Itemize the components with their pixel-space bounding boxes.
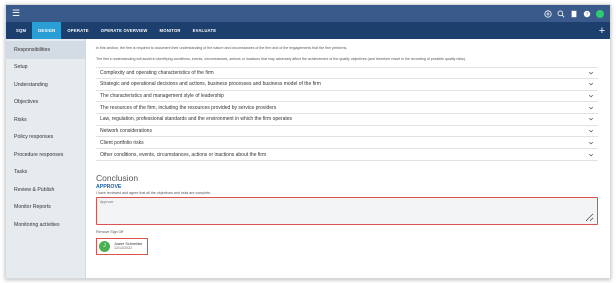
accordion-label: Strategic and operational decisions and … <box>100 81 321 88</box>
signoff-card: J Joane Schneider 12/12/2022 <box>96 237 148 255</box>
tab-operate-overview[interactable]: OPERATE OVERVIEW <box>95 22 154 39</box>
sidebar-item-setup[interactable]: Setup <box>6 59 85 77</box>
approve-textarea-wrapper <box>96 196 598 225</box>
sidebar-item-understanding[interactable]: Understanding <box>6 76 85 94</box>
approve-textarea[interactable] <box>100 199 594 222</box>
conclusion-heading: Conclusion <box>96 172 139 183</box>
chevron-down-icon[interactable] <box>588 70 594 76</box>
tab-design[interactable]: DESIGN <box>32 22 62 39</box>
hamburger-icon[interactable]: ☰ <box>12 9 20 18</box>
sidebar-item-monitoring-activities[interactable]: Monitoring activities <box>6 216 85 234</box>
approve-label: APPROVE <box>96 183 122 190</box>
signoff-date: 12/12/2022 <box>114 246 132 251</box>
help-icon[interactable]: ? <box>583 10 591 18</box>
accordion-item[interactable]: The characteristics and management style… <box>96 91 598 103</box>
tab-sqm[interactable]: SQM <box>10 22 32 39</box>
chevron-down-icon[interactable] <box>588 116 594 122</box>
user-avatar[interactable] <box>596 9 604 18</box>
remove-signoff-link[interactable]: Remove Sign Off <box>96 230 598 234</box>
avatar: J <box>99 240 110 252</box>
chevron-down-icon[interactable] <box>588 81 594 87</box>
understanding-accordion: Complexity and operating characteristics… <box>96 67 598 161</box>
app-window: ☰ ? SQM DESIGN OPERATE OPERATE OVERVIEW … <box>5 4 611 279</box>
sidebar-item-monitor-reports[interactable]: Monitor Reports <box>6 199 85 217</box>
sidebar: Responsibilities Setup Understanding Obj… <box>6 39 86 278</box>
chevron-down-icon[interactable] <box>588 140 594 146</box>
add-circle-icon[interactable] <box>544 9 552 18</box>
accordion-label: The resources of the firm, including the… <box>100 104 277 111</box>
tab-operate[interactable]: OPERATE <box>61 22 94 39</box>
accordion-item[interactable]: Complexity and operating characteristics… <box>96 67 598 80</box>
document-icon[interactable] <box>570 10 578 18</box>
top-bar: ☰ ? <box>6 5 610 22</box>
accordion-label: Network considerations <box>100 128 152 135</box>
add-button[interactable]: + <box>594 22 610 39</box>
accordion-item[interactable]: Other conditions, events, circumstances,… <box>96 149 598 161</box>
accordion-item[interactable]: The resources of the firm, including the… <box>96 102 598 115</box>
accordion-item[interactable]: Network considerations <box>96 126 598 138</box>
accordion-label: Client portfolio risks <box>100 139 144 146</box>
accordion-item[interactable]: Law, regulation, professional standards … <box>96 114 598 126</box>
intro-text-2: The firm's understanding will assist in … <box>96 56 466 61</box>
chevron-down-icon[interactable] <box>588 105 594 111</box>
sidebar-item-tasks[interactable]: Tasks <box>6 164 85 182</box>
tab-monitor[interactable]: MONITOR <box>154 22 187 39</box>
sidebar-item-responsibilities[interactable]: Responsibilities <box>6 41 85 59</box>
sidebar-item-objectives[interactable]: Objectives <box>6 94 85 112</box>
accordion-label: Complexity and operating characteristics… <box>100 70 214 77</box>
sidebar-item-procedure-responses[interactable]: Procedure responses <box>6 146 85 164</box>
accordion-item[interactable]: Client portfolio risks <box>96 137 598 150</box>
search-icon[interactable] <box>557 10 565 18</box>
main-content: In this section, the firm is required to… <box>86 39 610 278</box>
sidebar-item-risks[interactable]: Risks <box>6 111 85 129</box>
chevron-down-icon[interactable] <box>588 152 594 158</box>
approve-description: I have reviewed and agree that all the o… <box>96 190 212 195</box>
accordion-label: Law, regulation, professional standards … <box>100 116 293 123</box>
accordion-label: Other conditions, events, circumstances,… <box>100 151 267 158</box>
intro-text: In this section, the firm is required to… <box>96 46 348 50</box>
sidebar-item-policy-responses[interactable]: Policy responses <box>6 129 85 147</box>
chevron-down-icon[interactable] <box>588 128 594 134</box>
tab-evaluate[interactable]: EVALUATE <box>187 22 223 39</box>
svg-text:?: ? <box>586 11 589 17</box>
accordion-label: The characteristics and management style… <box>100 93 224 100</box>
accordion-item[interactable]: Strategic and operational decisions and … <box>96 79 598 91</box>
main-nav: SQM DESIGN OPERATE OPERATE OVERVIEW MONI… <box>6 22 610 39</box>
top-bar-icons: ? <box>544 9 604 18</box>
chevron-down-icon[interactable] <box>588 93 594 99</box>
sidebar-item-review-publish[interactable]: Review & Publish <box>6 181 85 199</box>
